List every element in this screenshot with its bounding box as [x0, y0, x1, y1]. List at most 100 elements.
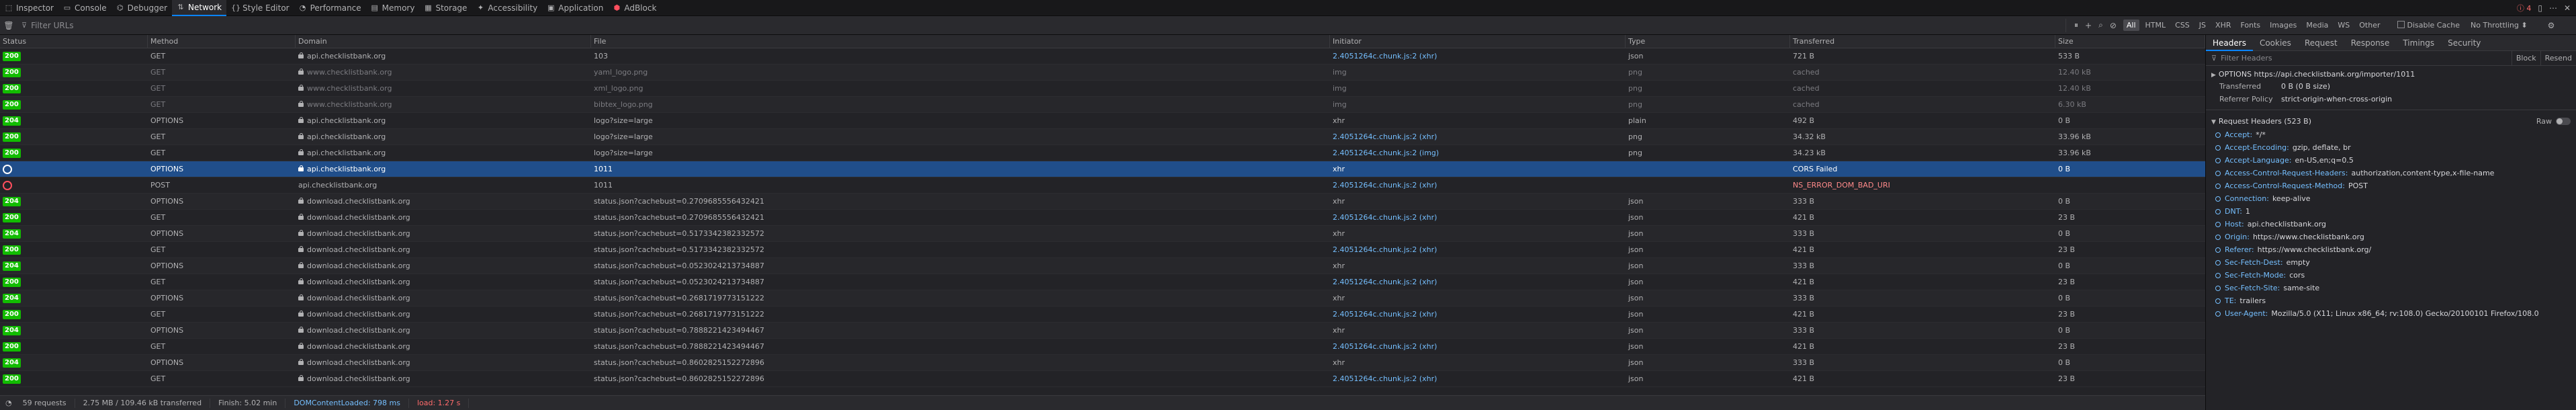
filter-urls-input[interactable]: ⊽ Filter URLs [17, 18, 2066, 32]
column-header-type[interactable]: Type [1626, 35, 1790, 48]
table-row[interactable]: 200 GET download.checklistbank.org status.j… [0, 306, 2205, 323]
tab-network[interactable]: ⇅ Network [172, 0, 227, 16]
table-row[interactable]: 200 GET download.checklistbank.org status.j… [0, 371, 2205, 387]
request-header-row[interactable]: Host: api.checklistbank.org [2206, 218, 2576, 231]
table-row[interactable]: 200 GET api.checklistbank.org logo?size=lar… [0, 145, 2205, 161]
request-header-row[interactable]: Accept: */* [2206, 128, 2576, 141]
request-header-row[interactable]: Accept-Language: en-US,en;q=0.5 [2206, 154, 2576, 167]
request-header-row[interactable]: Referer: https://www.checklistbank.org/ [2206, 243, 2576, 256]
resend-button[interactable]: Resend [2540, 50, 2576, 66]
initiator-text[interactable]: 2.4051264c.chunk.js:2 (xhr) [1333, 374, 1437, 383]
add-icon[interactable]: + [2085, 21, 2092, 30]
clear-trash-icon[interactable]: 🗑 [0, 21, 17, 30]
help-icon[interactable] [2215, 259, 2221, 265]
help-icon[interactable] [2215, 196, 2221, 202]
help-icon[interactable] [2215, 170, 2221, 176]
initiator-text[interactable]: 2.4051264c.chunk.js:2 (xhr) [1333, 52, 1437, 60]
responsive-design-icon[interactable]: ▯ [2538, 3, 2542, 13]
table-row[interactable]: 200 GET www.checklistbank.org xml_logo.png i… [0, 81, 2205, 97]
meatball-menu-icon[interactable]: ⋯ [2549, 3, 2557, 13]
request-summary[interactable]: ▶ OPTIONS https://api.checklistbank.org/i… [2206, 66, 2576, 80]
details-tab-security[interactable]: Security [2441, 35, 2487, 51]
request-header-row[interactable]: Access-Control-Request-Headers: authoriza… [2206, 167, 2576, 179]
type-filter-html[interactable]: HTML [2142, 19, 2170, 31]
type-filter-css[interactable]: CSS [2172, 19, 2193, 31]
table-row[interactable]: 204 OPTIONS api.checklistbank.org logo?size… [0, 113, 2205, 129]
close-icon[interactable]: ✕ [2564, 3, 2571, 13]
help-icon[interactable] [2215, 298, 2221, 304]
initiator-text[interactable]: 2.4051264c.chunk.js:2 (xhr) [1333, 310, 1437, 319]
table-row[interactable]: POST api.checklistbank.org 1011 2.4051264c.… [0, 177, 2205, 194]
raw-toggle[interactable]: Raw [2536, 117, 2571, 126]
request-header-row[interactable]: TE: trailers [2206, 294, 2576, 307]
error-count-badge[interactable]: ⓘ 4 [2517, 3, 2532, 13]
disable-cache-checkbox[interactable]: Disable Cache [2397, 21, 2460, 30]
request-header-row[interactable]: Sec-Fetch-Dest: empty [2206, 256, 2576, 269]
filter-headers-input[interactable]: Filter Headers [2221, 54, 2512, 63]
help-icon[interactable] [2215, 132, 2221, 138]
tab-accessibility[interactable]: ✦ Accessibility [472, 0, 542, 16]
tab-memory[interactable]: ▤ Memory [366, 0, 420, 16]
column-header-file[interactable]: File [591, 35, 1330, 48]
tab-debugger[interactable]: ⌬ Debugger [112, 0, 172, 16]
initiator-text[interactable]: 2.4051264c.chunk.js:2 (xhr) [1333, 132, 1437, 141]
table-row[interactable]: 204 OPTIONS download.checklistbank.org stat… [0, 258, 2205, 274]
table-row[interactable]: OPTIONS api.checklistbank.org 1011 xhr CORS … [0, 161, 2205, 177]
initiator-text[interactable]: 2.4051264c.chunk.js:2 (xhr) [1333, 342, 1437, 351]
table-row[interactable]: 200 GET download.checklistbank.org status.j… [0, 274, 2205, 290]
tab-console[interactable]: ▭ Console [58, 0, 112, 16]
details-tab-headers[interactable]: Headers [2206, 35, 2253, 51]
request-header-row[interactable]: Sec-Fetch-Mode: cors [2206, 269, 2576, 282]
type-filter-ws[interactable]: WS [2334, 19, 2353, 31]
initiator-text[interactable]: 2.4051264c.chunk.js:2 (xhr) [1333, 245, 1437, 254]
help-icon[interactable] [2215, 247, 2221, 253]
search-icon[interactable]: ⌕ [2098, 20, 2103, 30]
tab-adblock[interactable]: ⬢ AdBlock [608, 0, 661, 16]
table-row[interactable]: 204 OPTIONS download.checklistbank.org stat… [0, 194, 2205, 210]
column-header-domain[interactable]: Domain [296, 35, 591, 48]
request-header-row[interactable]: Origin: https://www.checklistbank.org [2206, 231, 2576, 243]
table-row[interactable]: 200 GET api.checklistbank.org logo?size=lar… [0, 129, 2205, 145]
column-header-method[interactable]: Method [148, 35, 296, 48]
tab-storage[interactable]: ▦ Storage [419, 0, 472, 16]
help-icon[interactable] [2215, 285, 2221, 291]
help-icon[interactable] [2215, 157, 2221, 163]
tab-application[interactable]: ▣ Application [542, 0, 608, 16]
performance-analysis-icon[interactable]: ◔ [5, 399, 12, 407]
type-filter-images[interactable]: Images [2266, 19, 2300, 31]
block-button[interactable]: Block [2511, 50, 2540, 66]
help-icon[interactable] [2215, 234, 2221, 240]
help-icon[interactable] [2215, 183, 2221, 189]
type-filter-js[interactable]: JS [2196, 19, 2209, 31]
help-icon[interactable] [2215, 311, 2221, 317]
column-header-status[interactable]: Status [0, 35, 148, 48]
initiator-text[interactable]: 2.4051264c.chunk.js:2 (img) [1333, 149, 1439, 157]
table-row[interactable]: 200 GET www.checklistbank.org bibtex_logo.p… [0, 97, 2205, 113]
details-tab-response[interactable]: Response [2344, 35, 2397, 51]
request-headers-section-header[interactable]: ▼ Request Headers (523 B) Raw [2206, 114, 2576, 128]
help-icon[interactable] [2215, 208, 2221, 214]
help-icon[interactable] [2215, 272, 2221, 278]
details-tab-request[interactable]: Request [2298, 35, 2344, 51]
table-row[interactable]: 200 GET api.checklistbank.org 103 2.4051264c… [0, 48, 2205, 65]
table-row[interactable]: 204 OPTIONS download.checklistbank.org stat… [0, 355, 2205, 371]
details-tab-timings[interactable]: Timings [2396, 35, 2441, 51]
tab-style-editor[interactable]: {} Style Editor [226, 0, 294, 16]
details-tab-cookies[interactable]: Cookies [2253, 35, 2298, 51]
type-filter-other[interactable]: Other [2356, 19, 2383, 31]
block-icon[interactable]: ⊘ [2110, 21, 2117, 30]
column-header-transferred[interactable]: Transferred [1790, 35, 2055, 48]
table-row[interactable]: 204 OPTIONS download.checklistbank.org stat… [0, 323, 2205, 339]
table-row[interactable]: 200 GET download.checklistbank.org status.j… [0, 339, 2205, 355]
table-row[interactable]: 200 GET download.checklistbank.org status.j… [0, 242, 2205, 258]
request-header-row[interactable]: DNT: 1 [2206, 205, 2576, 218]
gear-icon[interactable]: ⚙ [2548, 21, 2555, 30]
request-header-row[interactable]: Sec-Fetch-Site: same-site [2206, 282, 2576, 294]
type-filter-fonts[interactable]: Fonts [2237, 19, 2264, 31]
help-icon[interactable] [2215, 221, 2221, 227]
type-filter-media[interactable]: Media [2303, 19, 2331, 31]
pause-icon[interactable]: ⏸ [2074, 20, 2078, 30]
column-header-initiator[interactable]: Initiator [1330, 35, 1626, 48]
table-row[interactable]: 200 GET download.checklistbank.org status.j… [0, 210, 2205, 226]
tab-inspector[interactable]: ⬚ Inspector [0, 0, 58, 16]
